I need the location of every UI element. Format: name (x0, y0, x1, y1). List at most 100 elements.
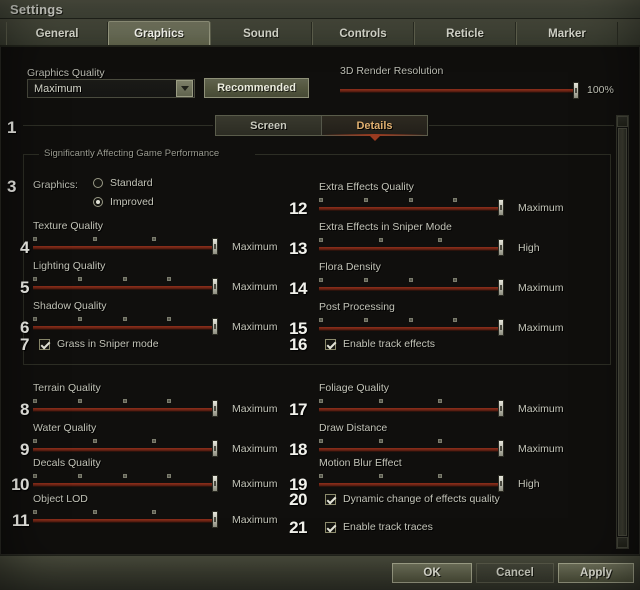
slider-track[interactable] (33, 408, 218, 411)
checkbox-grass-in-sniper-mode[interactable]: Grass in Sniper mode (39, 338, 159, 350)
scroll-down-button[interactable] (617, 537, 628, 548)
slider-handle[interactable] (212, 475, 218, 492)
slider-tick (364, 278, 368, 282)
slider-handle[interactable] (498, 400, 504, 417)
tab-graphics[interactable]: Graphics (108, 21, 210, 45)
slider-track[interactable] (33, 326, 218, 329)
settings-window: Settings General Graphics Sound Controls Ret… (0, 0, 640, 590)
slider-track[interactable] (319, 207, 504, 210)
slider-value: Maximum (232, 241, 278, 253)
slider-tick (78, 399, 82, 403)
radio-icon[interactable] (93, 197, 103, 207)
slider-tick (167, 317, 171, 321)
item-number-21: 21 (289, 518, 307, 537)
tab-reticle[interactable]: Reticle (414, 22, 516, 45)
slider-tick (319, 399, 323, 403)
checkbox-dynamic-change-of-effects-quality[interactable]: Dynamic change of effects quality (325, 493, 500, 505)
group-border-right (255, 154, 610, 155)
slider-value: Maximum (232, 321, 278, 333)
slider-handle[interactable] (212, 278, 218, 295)
checkbox-icon[interactable] (325, 338, 336, 350)
slider-track[interactable] (340, 89, 578, 92)
slider-track[interactable] (319, 287, 504, 290)
slider-label: Terrain Quality (33, 382, 101, 394)
item-number-10: 10 (11, 475, 29, 494)
vertical-scrollbar[interactable] (616, 115, 629, 549)
slider-handle[interactable] (212, 440, 218, 457)
slider-handle[interactable] (212, 511, 218, 528)
item-number-1: 1 (7, 118, 16, 137)
tab-details[interactable]: Details (322, 116, 427, 141)
tab-general[interactable]: General (6, 22, 108, 45)
item-number-3: 3 (7, 177, 16, 196)
slider-handle[interactable] (498, 319, 504, 336)
slider-handle[interactable] (498, 475, 504, 492)
slider-handle[interactable] (498, 440, 504, 457)
checkbox-label: Enable track effects (343, 338, 436, 350)
slider-value: Maximum (232, 403, 278, 415)
radio-icon[interactable] (93, 178, 103, 188)
slider-handle[interactable] (498, 279, 504, 296)
checkbox-enable-track-effects[interactable]: Enable track effects (325, 338, 435, 350)
slider-tick (319, 439, 323, 443)
slider-tick (33, 474, 37, 478)
slider-track[interactable] (33, 483, 218, 486)
slider-tick (379, 238, 383, 242)
slider-tick (453, 198, 457, 202)
slider-track[interactable] (33, 246, 218, 249)
tab-controls[interactable]: Controls (312, 22, 414, 45)
slider-tick (379, 474, 383, 478)
tab-screen[interactable]: Screen (216, 116, 322, 135)
scrollbar-thumb[interactable] (618, 128, 627, 536)
tab-label: Marker (548, 27, 586, 40)
slider-handle[interactable] (573, 82, 579, 99)
scroll-up-button[interactable] (617, 116, 628, 127)
slider-label: Water Quality (33, 422, 97, 434)
cancel-button[interactable]: Cancel (476, 563, 554, 583)
slider-tick (319, 198, 323, 202)
slider-track[interactable] (33, 448, 218, 451)
slider-track[interactable] (319, 327, 504, 330)
tab-sound[interactable]: Sound (210, 22, 312, 45)
slider-handle[interactable] (498, 239, 504, 256)
tab-marker[interactable]: Marker (516, 22, 618, 45)
checkbox-icon[interactable] (39, 338, 50, 350)
slider-track[interactable] (33, 286, 218, 289)
slider-track[interactable] (33, 519, 218, 522)
apply-button[interactable]: Apply (558, 563, 634, 583)
slider-track[interactable] (319, 483, 504, 486)
render-resolution-label: 3D Render Resolution (340, 65, 444, 77)
slider-label: Draw Distance (319, 422, 388, 434)
slider-tick (78, 317, 82, 321)
recommended-button[interactable]: Recommended (204, 78, 309, 98)
slider-label: Lighting Quality (33, 260, 106, 272)
slider-handle[interactable] (212, 318, 218, 335)
slider-value: Maximum (518, 282, 564, 294)
item-number-18: 18 (289, 440, 307, 459)
slider-track[interactable] (319, 448, 504, 451)
checkbox-icon[interactable] (325, 493, 336, 505)
divider-left (23, 125, 213, 126)
radio-improved[interactable]: Improved (93, 196, 154, 208)
radio-standard-label: Standard (110, 177, 153, 189)
radio-standard[interactable]: Standard (93, 177, 153, 189)
checkbox-label: Dynamic change of effects quality (343, 493, 500, 505)
checkbox-enable-track-traces[interactable]: Enable track traces (325, 521, 433, 533)
slider-handle[interactable] (498, 199, 504, 216)
slider-value: Maximum (518, 403, 564, 415)
slider-value: Maximum (518, 443, 564, 455)
slider-value: High (518, 242, 540, 254)
slider-handle[interactable] (212, 238, 218, 255)
graphics-quality-dropdown[interactable]: Maximum (27, 79, 195, 98)
slider-tick (152, 510, 156, 514)
slider-tick (379, 439, 383, 443)
slider-value: High (518, 478, 540, 490)
slider-handle[interactable] (212, 400, 218, 417)
slider-tick (319, 318, 323, 322)
chevron-down-icon[interactable] (176, 80, 193, 97)
slider-label: Extra Effects Quality (319, 181, 414, 193)
ok-button[interactable]: OK (392, 563, 472, 583)
slider-track[interactable] (319, 408, 504, 411)
slider-track[interactable] (319, 247, 504, 250)
checkbox-icon[interactable] (325, 521, 336, 533)
